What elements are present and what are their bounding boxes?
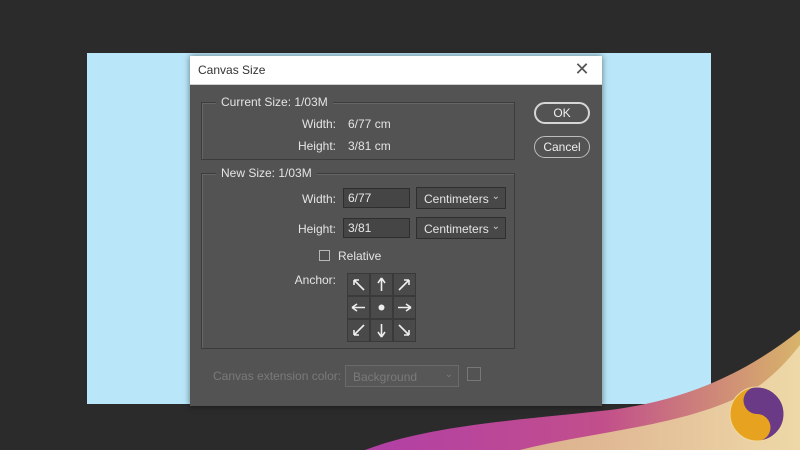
decorative-wave	[365, 330, 800, 450]
brand-logo	[729, 386, 785, 442]
